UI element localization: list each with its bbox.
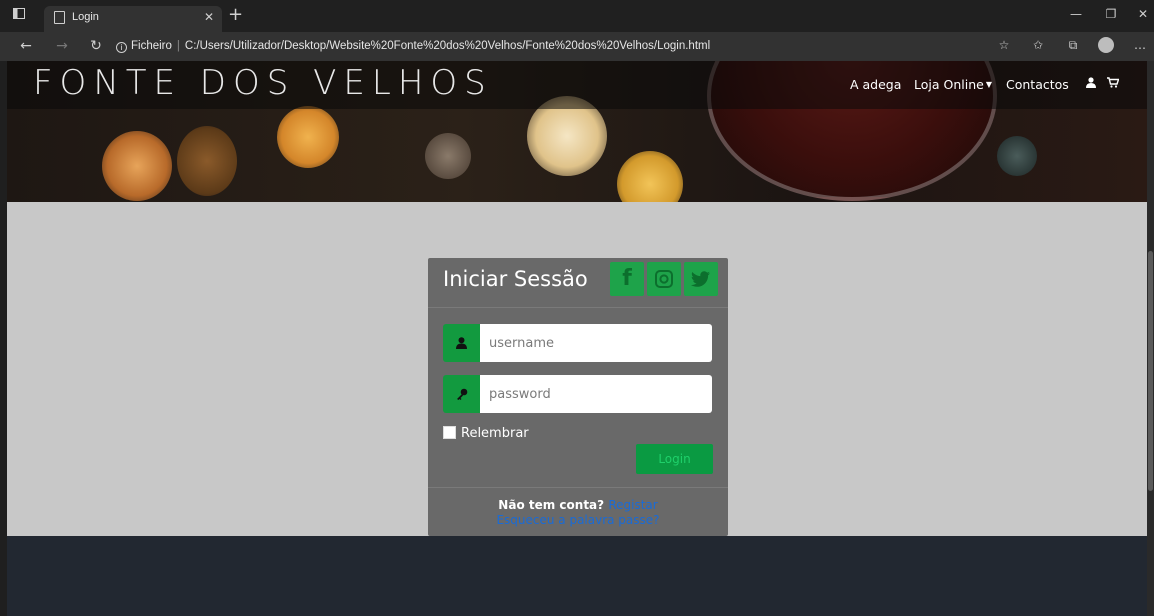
restore-icon[interactable]: ❐	[1101, 7, 1121, 21]
collections-icon[interactable]: ⧉	[1064, 38, 1082, 53]
bokeh-light	[102, 131, 172, 201]
bokeh-light	[617, 151, 683, 202]
more-options-icon[interactable]: …	[1131, 38, 1149, 52]
profile-avatar[interactable]	[1098, 37, 1114, 53]
forgot-line: Esqueceu a palavra passe?	[428, 513, 728, 527]
twitter-icon[interactable]	[684, 262, 718, 296]
facebook-icon[interactable]: f	[610, 262, 644, 296]
nav-link-contactos[interactable]: Contactos	[1006, 77, 1069, 92]
address-bar[interactable]: i Ficheiro | C:/Users/Utilizador/Desktop/We…	[116, 35, 996, 57]
browser-window: Login ✕ + — ❐ ✕ ← → ↻ i Ficheiro | C:/Users…	[0, 0, 1154, 616]
password-input[interactable]	[480, 375, 712, 413]
add-favorite-icon[interactable]: ☆	[995, 38, 1013, 52]
page-scrollbar[interactable]	[1147, 61, 1154, 616]
back-icon[interactable]: ←	[18, 38, 34, 54]
user-icon	[443, 324, 480, 362]
address-bar-row: ← → ↻ i Ficheiro | C:/Users/Utilizador/Desk…	[0, 32, 1154, 61]
address-url: C:/Users/Utilizador/Desktop/Website%20Fo…	[184, 40, 711, 52]
nav-loja-label: Loja Online	[914, 77, 984, 92]
key-icon	[443, 375, 480, 413]
no-account-text: Não tem conta?	[498, 498, 605, 512]
info-icon[interactable]: i	[116, 42, 127, 53]
login-title: Iniciar Sessão	[443, 267, 588, 291]
nav-link-adega[interactable]: A adega	[850, 77, 901, 92]
forgot-password-link[interactable]: Esqueceu a palavra passe?	[496, 513, 659, 527]
login-card: Iniciar Sessão f username Relembrar Logi…	[428, 258, 728, 536]
address-prefix: Ficheiro	[131, 40, 172, 52]
username-input[interactable]	[480, 324, 712, 362]
bokeh-light	[277, 106, 339, 168]
address-separator: |	[176, 40, 180, 52]
register-line: Não tem conta? Registar	[428, 498, 728, 512]
login-card-footer: Não tem conta? Registar Esqueceu a palav…	[428, 487, 728, 536]
bokeh-light	[177, 126, 237, 196]
close-window-icon[interactable]: ✕	[1133, 7, 1153, 21]
remember-label: Relembrar	[461, 426, 529, 441]
hero-banner: FONTE DOS VELHOS A adega Loja Online ▼ Co…	[7, 61, 1147, 202]
nav-link-loja-online[interactable]: Loja Online ▼	[914, 77, 992, 92]
favorites-icon[interactable]: ✩	[1029, 38, 1047, 52]
chevron-down-icon: ▼	[985, 80, 992, 89]
tab-title: Login	[72, 11, 99, 23]
login-card-header: Iniciar Sessão f	[428, 258, 728, 308]
site-logo[interactable]: FONTE DOS VELHOS	[33, 63, 493, 103]
minimize-icon[interactable]: —	[1066, 7, 1086, 21]
register-link[interactable]: Registar	[608, 498, 657, 512]
cart-icon[interactable]	[1107, 77, 1120, 91]
login-button[interactable]: Login	[636, 444, 713, 474]
bokeh-light	[997, 136, 1037, 176]
tab-bar: Login ✕ + — ❐ ✕	[0, 0, 1154, 32]
bokeh-light	[425, 133, 471, 179]
instagram-icon[interactable]	[647, 262, 681, 296]
remember-checkbox[interactable]	[443, 426, 456, 439]
scrollbar-thumb[interactable]	[1148, 251, 1153, 491]
page-viewport: FONTE DOS VELHOS A adega Loja Online ▼ Co…	[7, 61, 1147, 616]
user-icon[interactable]	[1086, 77, 1096, 91]
page-icon	[54, 11, 65, 24]
new-tab-icon[interactable]: +	[228, 6, 243, 24]
close-tab-icon[interactable]: ✕	[204, 10, 214, 24]
forward-icon[interactable]: →	[54, 38, 70, 54]
password-group	[443, 375, 713, 413]
tab-actions-icon[interactable]	[12, 8, 26, 22]
remember-me[interactable]: Relembrar	[443, 426, 529, 441]
username-group	[443, 324, 713, 362]
refresh-icon[interactable]: ↻	[88, 38, 104, 54]
browser-tab-login[interactable]: Login ✕	[44, 6, 222, 32]
page-footer	[7, 536, 1147, 616]
